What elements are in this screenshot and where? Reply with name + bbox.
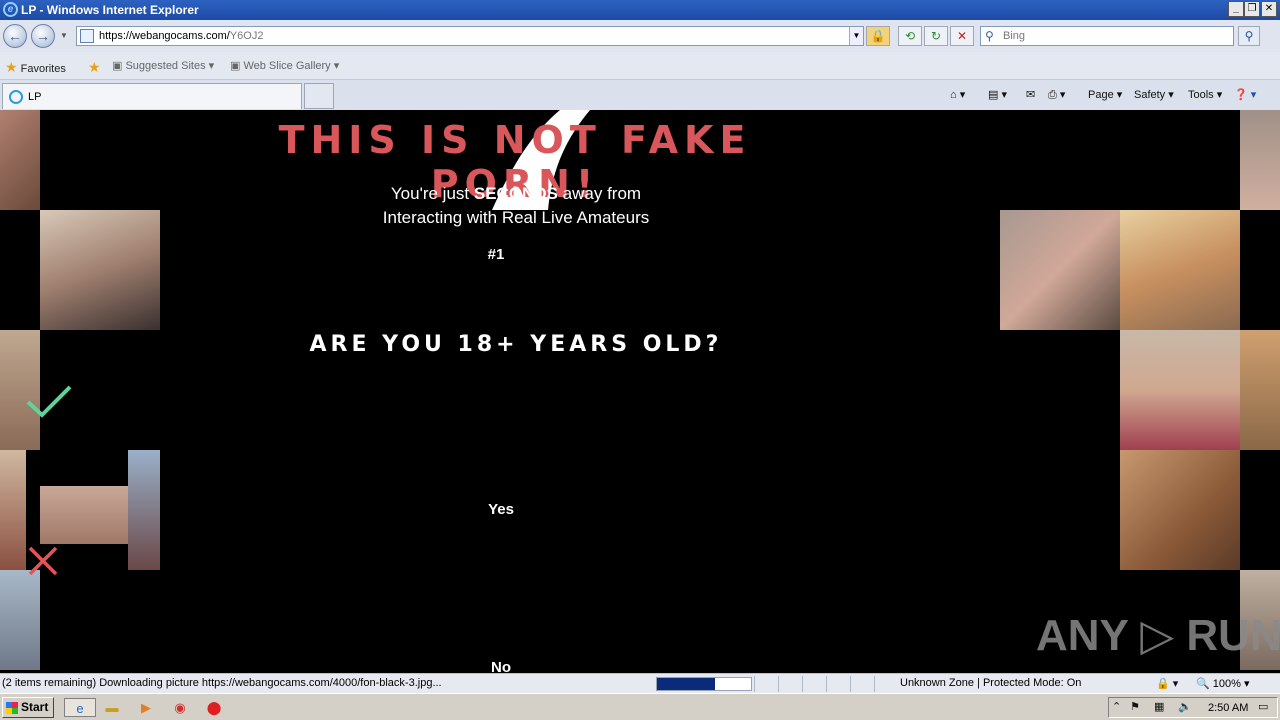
photo-tile	[1240, 330, 1280, 450]
protected-mode-icon[interactable]: 🔒 ▾	[1156, 677, 1178, 690]
address-dropdown-icon[interactable]: ▼	[849, 27, 863, 45]
minimize-button[interactable]: _	[1228, 1, 1244, 17]
clock[interactable]: 2:50 AM	[1208, 702, 1248, 714]
tab-bar: LP ⌂ ▾ ▤ ▾ ✉ ⎙ ▾ Page ▾ Safety ▾ Tools ▾…	[0, 80, 1280, 110]
status-segment	[874, 676, 896, 692]
rank-badge: #1	[487, 246, 505, 263]
explorer-icon[interactable]: ▬	[102, 698, 122, 717]
subtitle-line-1: You're just SECONDS away from	[390, 184, 642, 203]
address-toolbar: ← → ▼ https://webangocams.com/Y6OJ2 ▼ 🔒 …	[0, 20, 1280, 52]
forward-button[interactable]: →	[31, 24, 55, 48]
address-bar[interactable]: https://webangocams.com/Y6OJ2 ▼	[76, 26, 864, 46]
photo-tile	[1240, 110, 1280, 210]
status-segment	[826, 676, 848, 692]
no-button[interactable]: No	[440, 659, 562, 673]
print-icon[interactable]: ⎙ ▾	[1048, 88, 1065, 102]
stop-icon[interactable]: ✕	[950, 26, 974, 46]
close-window-button[interactable]: ✕	[1261, 1, 1277, 17]
ie-logo-icon: e	[3, 2, 18, 17]
tray-expand-icon[interactable]: ⌃	[1112, 700, 1121, 713]
home-icon[interactable]: ⌂ ▾	[950, 88, 965, 101]
suggested-sites-link[interactable]: ▣ Suggested Sites ▾	[112, 59, 214, 72]
check-icon	[26, 385, 72, 418]
photo-tile	[40, 210, 160, 330]
photo-tile	[1120, 330, 1240, 450]
mail-icon[interactable]: ✉	[1026, 88, 1035, 101]
tools-menu[interactable]: Tools ▾	[1188, 88, 1222, 101]
status-text: (2 items remaining) Downloading picture …	[2, 677, 442, 689]
loading-icon	[9, 90, 23, 104]
photo-tile	[128, 450, 160, 570]
web-slice-gallery-link[interactable]: ▣ Web Slice Gallery ▾	[230, 59, 339, 72]
page-icon	[80, 29, 94, 43]
tab-lp[interactable]: LP	[2, 83, 302, 109]
photo-tile	[0, 110, 40, 210]
help-icon[interactable]: ❓ ▾	[1234, 88, 1256, 101]
new-tab-button[interactable]	[304, 83, 334, 109]
chrome-icon[interactable]: ◉	[170, 698, 190, 717]
restore-button[interactable]: ❐	[1244, 1, 1260, 17]
window-titlebar: e LP - Windows Internet Explorer _ ❐ ✕	[0, 0, 1280, 20]
security-app-icon[interactable]: ⬤	[204, 698, 224, 717]
network-icon[interactable]: ▦	[1154, 700, 1164, 713]
media-player-icon[interactable]: ▶	[136, 698, 156, 717]
status-segment	[802, 676, 824, 692]
photo-tile	[1120, 450, 1240, 570]
download-progress-bar	[656, 677, 752, 691]
zoom-level[interactable]: 🔍 100% ▾	[1196, 677, 1249, 690]
compatibility-view-icon[interactable]: ⟲	[898, 26, 922, 46]
favorites-bar: ★ Favorites ★ ▣ Suggested Sites ▾ ▣ Web …	[0, 52, 1280, 80]
search-input[interactable]: ⚲ Bing	[980, 26, 1234, 46]
search-button[interactable]: ⚲	[1238, 26, 1260, 46]
photo-tile	[0, 450, 26, 570]
start-button[interactable]: Start	[2, 697, 54, 718]
yes-button[interactable]: Yes	[440, 501, 562, 518]
favorites-button[interactable]: ★ Favorites	[5, 59, 66, 76]
flag-icon[interactable]: ⚑	[1130, 700, 1140, 713]
address-url: https://webangocams.com/Y6OJ2	[99, 30, 264, 42]
status-segment	[778, 676, 800, 692]
volume-icon[interactable]: 🔈	[1178, 700, 1192, 713]
refresh-icon[interactable]: ↻	[924, 26, 948, 46]
ie-taskbar-icon[interactable]: e	[64, 698, 96, 717]
window-title: LP - Windows Internet Explorer	[21, 3, 199, 17]
security-zone[interactable]: Unknown Zone | Protected Mode: On	[900, 677, 1081, 689]
taskbar: Start e ▬ ▶ ◉ ⬤ ⌃ ⚑ ▦ 🔈 2:50 AM ▭	[0, 693, 1280, 720]
lock-icon[interactable]: 🔒	[866, 26, 890, 46]
photo-tile	[1120, 210, 1240, 330]
status-segment	[754, 676, 776, 692]
windows-logo-icon	[6, 702, 18, 714]
feeds-icon[interactable]: ▤ ▾	[988, 88, 1007, 101]
star-icon: ★	[5, 59, 18, 75]
search-icon: ⚲	[985, 29, 994, 43]
photo-tile	[0, 570, 40, 670]
page-viewport: THIS IS NOT FAKE PORN! You're just SECON…	[0, 110, 1280, 673]
status-segment	[850, 676, 872, 692]
cross-icon	[28, 546, 58, 576]
add-favorite-icon[interactable]: ★	[88, 59, 101, 76]
back-button[interactable]: ←	[3, 24, 27, 48]
page-menu[interactable]: Page ▾	[1088, 88, 1122, 101]
photo-tile	[40, 486, 128, 544]
safety-menu[interactable]: Safety ▾	[1134, 88, 1174, 101]
age-question: ARE YOU 18+ YEARS OLD?	[309, 332, 723, 357]
photo-tile	[1000, 210, 1120, 330]
subtitle-line-2: Interacting with Real Live Amateurs	[382, 208, 650, 227]
anyrun-watermark: ANY ▷ RUN	[1036, 611, 1280, 660]
show-desktop-icon[interactable]: ▭	[1258, 700, 1268, 713]
progress-fill	[657, 678, 716, 690]
history-dropdown-icon[interactable]: ▼	[60, 31, 68, 40]
status-bar: (2 items remaining) Downloading picture …	[0, 673, 1280, 693]
